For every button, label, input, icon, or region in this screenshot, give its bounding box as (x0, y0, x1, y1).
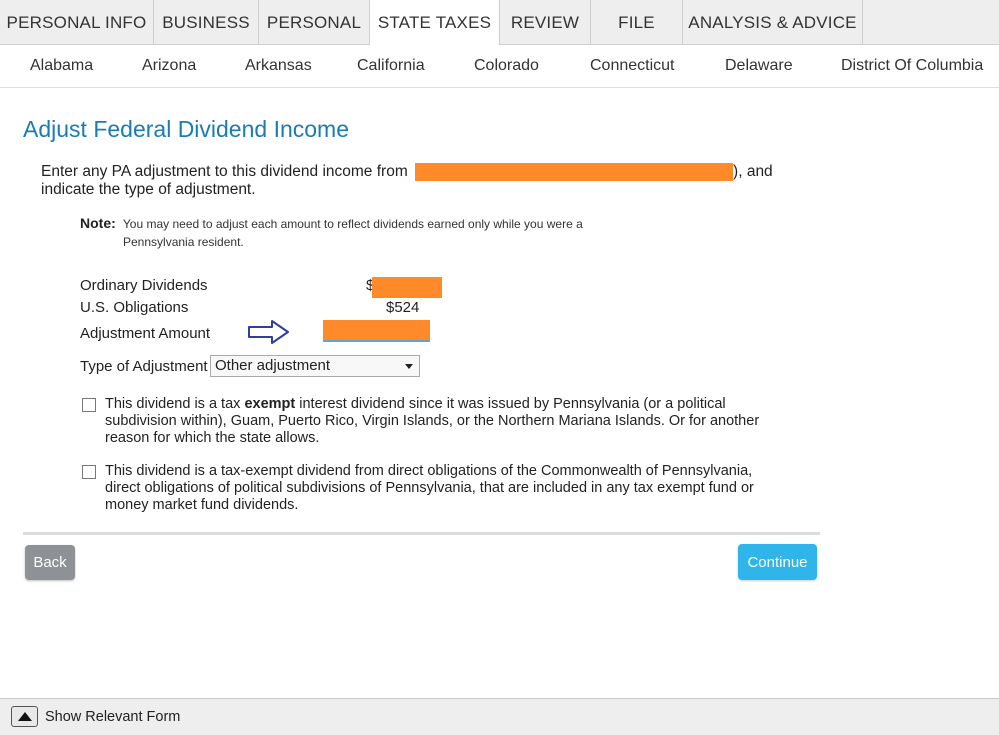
us-obligations-label: U.S. Obligations (80, 299, 189, 316)
note-label: Note: (80, 215, 116, 231)
tab-file[interactable]: FILE (591, 0, 683, 45)
redacted-payer-name (415, 163, 734, 181)
checkbox-row-commonwealth-obligations: This dividend is a tax-exempt dividend f… (82, 463, 772, 514)
state-nav: Alabama Arizona Arkansas California Colo… (0, 45, 999, 88)
state-link-colorado[interactable]: Colorado (474, 45, 539, 87)
tab-business[interactable]: BUSINESS (154, 0, 259, 45)
tab-personal[interactable]: PERSONAL (259, 0, 370, 45)
checkbox1-text-bold: exempt (244, 396, 296, 412)
show-form-toggle-button[interactable] (11, 706, 38, 727)
state-link-alabama[interactable]: Alabama (30, 45, 93, 87)
bottom-bar: Show Relevant Form (0, 698, 999, 735)
right-arrow-outline-icon (248, 320, 289, 344)
intro-text-start: Enter any PA adjustment to this dividend… (41, 163, 408, 181)
state-link-arizona[interactable]: Arizona (142, 45, 196, 87)
caret-down-icon (405, 364, 413, 369)
commonwealth-obligations-text: This dividend is a tax-exempt dividend f… (105, 463, 754, 513)
intro-text-end: ), and (733, 163, 773, 181)
show-relevant-form-link[interactable]: Show Relevant Form (45, 709, 180, 725)
state-link-arkansas[interactable]: Arkansas (245, 45, 312, 87)
triangle-up-icon (18, 712, 32, 721)
adjustment-amount-label: Adjustment Amount (80, 325, 211, 342)
note: Note: You may need to adjust each amount… (80, 214, 640, 251)
continue-button[interactable]: Continue (738, 544, 817, 580)
tab-review[interactable]: REVIEW (500, 0, 591, 45)
tab-analysis-advice[interactable]: ANALYSIS & ADVICE (683, 0, 863, 45)
tab-personal-info[interactable]: PERSONAL INFO (0, 0, 154, 45)
tab-state-taxes[interactable]: STATE TAXES (370, 0, 500, 46)
state-link-california[interactable]: California (357, 45, 425, 87)
tax-exempt-interest-checkbox[interactable] (82, 398, 96, 412)
commonwealth-obligations-checkbox[interactable] (82, 465, 96, 479)
intro-text: Enter any PA adjustment to this dividend… (41, 163, 791, 198)
checkbox-row-tax-exempt-interest: This dividend is a tax exempt interest d… (82, 396, 772, 447)
page-title: Adjust Federal Dividend Income (23, 116, 349, 142)
type-of-adjustment-select[interactable]: Other adjustment (210, 355, 420, 377)
us-obligations-value: $524 (386, 299, 420, 316)
type-of-adjustment-value: Other adjustment (215, 357, 331, 374)
divider (23, 532, 820, 535)
top-nav-tabs: PERSONAL INFO BUSINESS PERSONAL STATE TA… (0, 0, 999, 46)
ordinary-dividends-label: Ordinary Dividends (80, 277, 208, 294)
intro-text-line2: indicate the type of adjustment. (41, 181, 256, 198)
redacted-ordinary-dividends (372, 277, 442, 298)
type-of-adjustment-label: Type of Adjustment (80, 358, 208, 375)
tax-exempt-interest-text: This dividend is a tax exempt interest d… (105, 396, 772, 447)
state-link-delaware[interactable]: Delaware (725, 45, 793, 87)
checkbox1-text-start: This dividend is a tax (105, 396, 241, 412)
back-button[interactable]: Back (25, 545, 75, 580)
state-link-district-of-columbia[interactable]: District Of Columbia (841, 45, 983, 87)
state-link-connecticut[interactable]: Connecticut (590, 45, 675, 87)
note-text: You may need to adjust each amount to re… (122, 217, 583, 249)
adjustment-amount-input[interactable] (323, 320, 430, 342)
